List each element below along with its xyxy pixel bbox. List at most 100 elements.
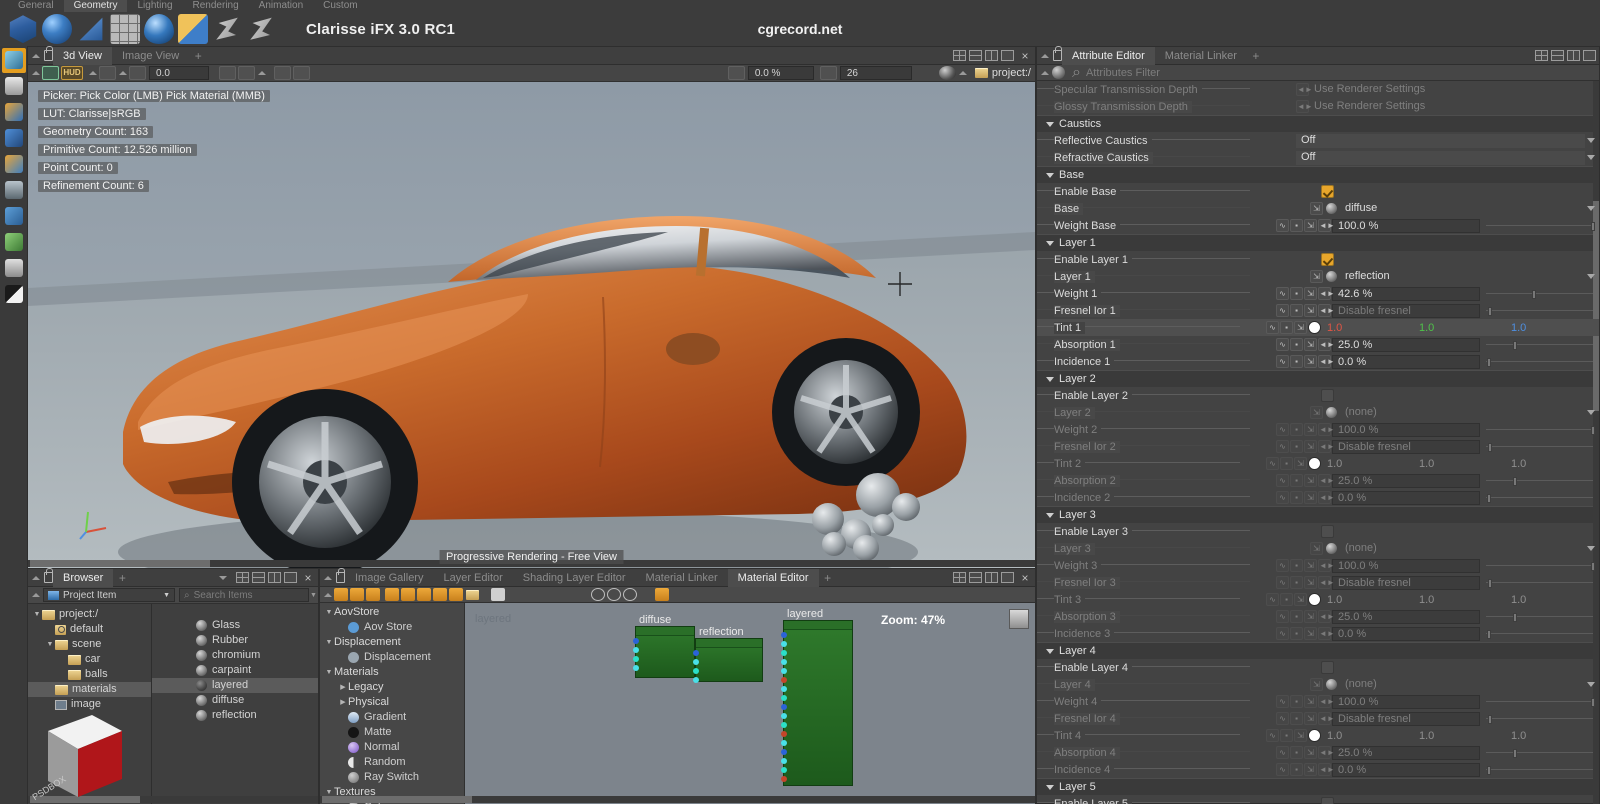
attr-value[interactable]: 0.0 % (1332, 354, 1480, 369)
graph-node-port[interactable] (693, 677, 699, 683)
attr-connect-icon[interactable]: ⇲ (1294, 321, 1307, 334)
tree-item-default[interactable]: default (28, 622, 151, 637)
tab-3d-view[interactable]: 3d View (53, 46, 112, 65)
matedit-layout-vertical-icon[interactable] (985, 572, 998, 583)
attr-slider-knob[interactable] (1488, 714, 1493, 724)
attr-connect-icon[interactable]: ⇲ (1294, 457, 1307, 470)
attr-row-absorption-2[interactable]: Absorption 2 ∿ ▪ ⇲ ◄► 25.0 % (1037, 472, 1599, 489)
matedit-layout-horizontal-icon[interactable] (969, 572, 982, 583)
attr-color-swatch[interactable] (1308, 593, 1321, 606)
align-nodes-icon[interactable] (523, 588, 537, 601)
viewport-eye-icon[interactable] (727, 66, 745, 80)
attr-rgb-channel[interactable]: 1.0 (1507, 594, 1599, 606)
attr-animate-icon[interactable]: ◄► (1296, 83, 1313, 96)
material-item-chromium[interactable]: chromium (152, 648, 318, 663)
browser-close-icon[interactable]: × (301, 571, 315, 585)
disable-icon[interactable] (350, 588, 364, 601)
attr-slider-knob[interactable] (1590, 425, 1595, 435)
attr-curve-icon[interactable]: ∿ (1276, 610, 1289, 623)
attr-group-layer-2[interactable]: Layer 2 (1037, 370, 1599, 387)
attr-value[interactable]: 0.0 % (1332, 626, 1480, 641)
attr-animate-icon[interactable]: ◄► (1318, 746, 1335, 759)
attr-connect-icon[interactable]: ⇲ (1304, 304, 1317, 317)
graph-node-port[interactable] (633, 638, 639, 644)
attr-value[interactable]: 100.0 % (1332, 694, 1480, 709)
menu-item-geometry[interactable]: Geometry (63, 0, 128, 12)
matedit-close-icon[interactable]: × (1018, 571, 1032, 585)
attr-value[interactable]: 25.0 % (1332, 337, 1480, 352)
material-type-tree[interactable]: ▼ AovStore Aov Store ▼ Displacement Displacem… (320, 603, 465, 804)
attr-checkbox[interactable] (1321, 389, 1334, 402)
attr-curve-icon[interactable]: ∿ (1276, 763, 1289, 776)
graph-node-port[interactable] (781, 641, 787, 647)
attr-curve-icon[interactable]: ∿ (1266, 593, 1279, 606)
group-twisty-icon[interactable] (1046, 240, 1054, 246)
camera-frame-icon[interactable] (42, 66, 59, 80)
group-twisty-icon[interactable] (1046, 121, 1054, 127)
attr-row-fresnel-ior-4[interactable]: Fresnel Ior 4 ∿ ▪ ⇲ ◄► Disable fresnel (1037, 710, 1599, 727)
frame-all-icon[interactable] (491, 588, 505, 601)
material-item-reflection[interactable]: reflection (152, 708, 318, 723)
node-type-twisty-icon[interactable]: ▼ (324, 635, 334, 650)
attr-curve-icon[interactable]: ∿ (1276, 491, 1289, 504)
tree-item-materials[interactable]: materials (28, 682, 151, 697)
viewport-3d-canvas[interactable]: Picker: Pick Color (LMB) Pick Material (… (28, 82, 1035, 568)
attr-keyframe-icon[interactable]: ▪ (1290, 610, 1303, 623)
attr-rgb-channel[interactable]: 1.0 (1507, 458, 1599, 470)
attribute-rows-container[interactable]: Specular Transmission Depth ◄► Use Rendere… (1037, 81, 1599, 804)
group-twisty-icon[interactable] (1046, 172, 1054, 178)
attr-rgb-channel[interactable]: 1.0 (1507, 322, 1599, 334)
attr-slider[interactable] (1486, 695, 1595, 709)
attr-animate-icon[interactable]: ◄► (1318, 304, 1335, 317)
material-item-diffuse[interactable]: diffuse (152, 693, 318, 708)
graph-node-port[interactable] (781, 704, 787, 710)
frame-field[interactable]: 26 (839, 66, 912, 80)
attr-checkbox[interactable] (1321, 525, 1334, 538)
attr-connect-icon[interactable]: ⇲ (1304, 712, 1317, 725)
attr-row-refractive-caustics[interactable]: Refractive Caustics Off (1037, 149, 1599, 166)
input-port-icon[interactable] (591, 588, 605, 601)
material-item-carpaint[interactable]: carpaint (152, 663, 318, 678)
node-type-aov-store[interactable]: Aov Store (320, 620, 464, 635)
attr-value[interactable]: diffuse (1341, 202, 1382, 216)
attr-row-tint-3[interactable]: Tint 3 ∿ ▪ ⇲ 1.0 1.0 1.0 (1037, 591, 1599, 608)
tab-shading-layer-editor[interactable]: Shading Layer Editor (513, 569, 636, 587)
attr-value[interactable]: 0.0 % (1332, 762, 1480, 777)
viewport-percent-field[interactable]: 0.0 % (747, 66, 814, 80)
attr-checkbox[interactable] (1321, 185, 1334, 198)
attr-curve-icon[interactable]: ∿ (1276, 712, 1289, 725)
attr-connect-icon[interactable]: ⇲ (1304, 474, 1317, 487)
dome-icon[interactable] (144, 14, 174, 44)
render-mode-icon[interactable] (274, 66, 291, 80)
assign-icon[interactable] (417, 588, 431, 601)
browser-hscrollbar[interactable] (28, 796, 318, 803)
graph-node-ports[interactable] (633, 638, 639, 674)
attr-value[interactable]: 100.0 % (1332, 218, 1480, 233)
attr-curve-icon[interactable]: ∿ (1276, 304, 1289, 317)
attr-connect-icon[interactable]: ⇲ (1304, 627, 1317, 640)
attr-value[interactable]: 25.0 % (1332, 473, 1480, 488)
attr-group-base[interactable]: Base (1037, 166, 1599, 183)
attr-row-glossy-transmission-depth[interactable]: Glossy Transmission Depth ◄► Use Renderer … (1037, 98, 1599, 115)
attr-connect-icon[interactable]: ⇲ (1304, 610, 1317, 623)
attr-slider-knob[interactable] (1512, 748, 1517, 758)
attr-animate-icon[interactable]: ◄► (1318, 610, 1335, 623)
attr-animate-icon[interactable]: ◄► (1318, 763, 1335, 776)
attr-rgb-channel[interactable]: 1.0 (1415, 458, 1507, 470)
ribbon2-icon[interactable] (250, 17, 272, 40)
tab-layer-editor[interactable]: Layer Editor (433, 569, 512, 587)
attr-value[interactable]: 0.0 % (1332, 490, 1480, 505)
attr-connect-icon[interactable]: ⇲ (1304, 355, 1317, 368)
attr-checkbox[interactable] (1321, 797, 1334, 804)
matedit-toolbar-caret-icon[interactable] (324, 592, 332, 597)
attr-value[interactable]: 100.0 % (1332, 558, 1480, 573)
node-type-twisty-icon[interactable]: ▼ (324, 665, 334, 680)
browser-menu-caret-icon[interactable] (32, 575, 40, 580)
attr-slider-knob[interactable] (1512, 340, 1517, 350)
graph-node-layered[interactable] (781, 620, 853, 786)
select-nodes-icon[interactable] (507, 588, 521, 601)
attr-connect-icon[interactable]: ⇲ (1304, 423, 1317, 436)
attr-row-layer-1[interactable]: Layer 1 ⇲ reflection (1037, 268, 1599, 285)
attr-slider[interactable] (1486, 627, 1593, 641)
tree-item-balls[interactable]: balls (28, 667, 151, 682)
